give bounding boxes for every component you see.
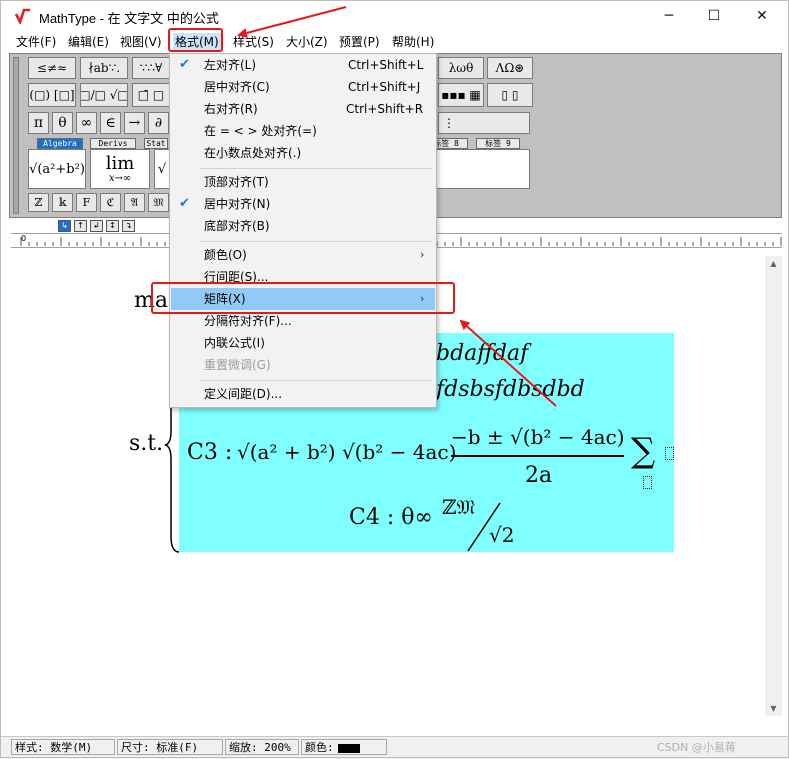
sum-symbol: ∑ [631,431,656,471]
menu-align-top[interactable]: 顶部对齐(T) [171,171,435,193]
scroll-down-icon[interactable]: ▼ [769,704,778,713]
operators-palette-button[interactable]: ∵∴∀ [132,57,170,79]
annotation-box-matrix-item [151,282,455,314]
relations-palette-button[interactable]: ≤≠≈ [28,57,76,79]
equation-line-2: fdsbsfdbsdbd [436,377,585,402]
menu-inline-equation[interactable]: 内联公式(I) [171,332,435,354]
menu-file[interactable]: 文件(F) [16,33,56,51]
menu-edit[interactable]: 编辑(E) [68,33,109,51]
menu-separator [200,168,432,169]
menu-style[interactable]: 样式(S) [233,33,274,51]
fraktur-c-button[interactable]: ℭ [100,193,121,212]
symbol-pi-button[interactable]: π [28,112,49,134]
greek-upper-palette-button[interactable]: ΛΩ⊛ [487,57,533,79]
menu-reset-nudge: 重置微调(G) [204,358,271,372]
status-zoom: 缩放: 200% [225,739,299,755]
maximize-button[interactable]: ☐ [691,1,737,31]
subscript-palette-button[interactable]: □̄ □ [132,83,170,107]
symbol-arrow-button[interactable]: → [124,112,145,134]
menu-separator [200,380,432,381]
matrix-palette-button[interactable]: ▪▪▪ ▦ [438,83,484,107]
c4-label: C4 : θ∞ [349,505,433,530]
menu-align-center[interactable]: 居中对齐(C) Ctrl+Shift+J [171,76,435,98]
minimize-button[interactable]: ─ [646,1,692,31]
blackboard-k-button[interactable]: 𝕜 [52,193,73,212]
check-icon: ✔ [179,196,190,211]
boxes-palette-button[interactable]: ▯ ▯ [487,83,533,107]
template-sqrt-sum-squares[interactable]: √(a²+b²) [28,149,86,189]
menu-align-bottom[interactable]: 底部对齐(B) [171,215,435,237]
equation-line-1: bdaffdaf [436,341,529,366]
template-empty-slot[interactable] [430,149,530,189]
template-limit[interactable]: lim x→∞ [90,149,150,189]
annotation-box-format-menu [168,28,223,52]
symbol-partial-button[interactable]: ∂ [148,112,169,134]
set-integers-button[interactable]: ℤ [28,193,49,212]
fraction-denominator: 2a [525,463,553,488]
status-color: 颜色: [301,739,387,755]
fraktur-a-button[interactable]: 𝔄 [124,193,145,212]
menu-size[interactable]: 大小(Z) [286,33,328,51]
symbol-infinity-button[interactable]: ∞ [76,112,97,134]
watermark: CSDN @小易蒋 [657,741,736,754]
mathtype-window: MathType - 在 文字文 中的公式 ─ ☐ ✕ 文件(F) 编辑(E) … [0,0,789,758]
menu-align-at-decimal[interactable]: 在小数点处对齐(.) [171,142,435,164]
menu-preferences[interactable]: 预置(P) [339,33,380,51]
template-sqrt[interactable]: √ [154,149,170,189]
tab-derivs[interactable]: Derivs [90,138,136,149]
template-limit-label: lim [105,152,135,174]
format-menu-dropdown: ✔ 左对齐(L) Ctrl+Shift+L 居中对齐(C) Ctrl+Shift… [169,53,437,408]
menu-view[interactable]: 视图(V) [120,33,162,51]
script-f-button[interactable]: F [76,193,97,212]
vertical-scrollbar[interactable]: ▲ ▼ [765,256,782,716]
tab-label-9[interactable]: 标签 9 [476,138,520,149]
template-limit-sub: x→∞ [108,172,132,184]
scroll-up-icon[interactable]: ▲ [769,259,778,268]
fraction-bar [451,455,624,457]
tab-stat[interactable]: Stat [144,138,168,149]
greek-lower-palette-button[interactable]: λωθ [438,57,484,79]
c4-denominator: √2 [489,523,515,547]
symbol-element-of-button[interactable]: ∈ [100,112,121,134]
fraktur-m-button[interactable]: 𝔐 [148,193,169,212]
fence-palette-button[interactable]: (□) [□] [28,83,76,107]
status-size: 尺寸: 标准(F) [117,739,223,755]
tab-algebra[interactable]: Algebra [37,138,83,149]
c3-label: C3 : [187,440,233,465]
menu-align-at-relation[interactable]: 在 = < > 处对齐(=) [171,120,435,142]
menu-bar: 文件(F) 编辑(E) 视图(V) 格式(M) 样式(S) 大小(Z) 预置(P… [1,31,788,52]
close-button[interactable]: ✕ [739,1,785,31]
menu-define-spacing[interactable]: 定义间距(D)... [171,383,435,405]
menu-align-right[interactable]: 右对齐(R) Ctrl+Shift+R [171,98,435,120]
tab-stop-center-icon[interactable]: ↑ [74,220,87,232]
empty-slot-placeholder[interactable] [665,447,674,460]
window-title: MathType - 在 文字文 中的公式 [39,11,219,26]
chevron-right-icon: › [420,248,425,261]
check-icon: ✔ [179,57,190,72]
fraction-numerator: −b ± √(b² − 4ac) [451,425,625,449]
symbol-theta-button[interactable]: θ [52,112,73,134]
c3-radicals: √(a² + b²) √(b² − 4ac) [237,440,457,464]
color-swatch [337,743,360,753]
menu-separator [200,241,432,242]
title-bar: MathType - 在 文字文 中的公式 ─ ☐ ✕ [1,1,788,31]
status-style: 样式: 数学(M) [11,739,115,755]
tab-stop-decimal-icon[interactable]: ↴ [122,220,135,232]
menu-align-middle[interactable]: ✔ 居中对齐(N) [171,193,435,215]
tab-stop-right-icon[interactable]: ↲ [90,220,103,232]
status-color-label: 颜色: [305,741,334,754]
symbol-extra-button[interactable]: ⋮ [438,112,530,134]
menu-help[interactable]: 帮助(H) [392,33,434,51]
spaces-palette-button[interactable]: ∤ab∵. [80,57,128,79]
st-label: s.t. [129,431,164,456]
tab-stop-relation-icon[interactable]: ↕ [106,220,119,232]
menu-color[interactable]: 颜色(O) › [171,244,435,266]
mathtype-logo-icon [15,8,30,24]
empty-slot-placeholder-sub[interactable] [643,476,652,489]
fraction-radical-palette-button[interactable]: □/□ √□ [80,83,128,107]
menu-align-left[interactable]: ✔ 左对齐(L) Ctrl+Shift+L [171,54,435,76]
toolbar-grip[interactable] [13,57,19,214]
tab-stop-left-icon[interactable]: ↳ [58,220,71,232]
